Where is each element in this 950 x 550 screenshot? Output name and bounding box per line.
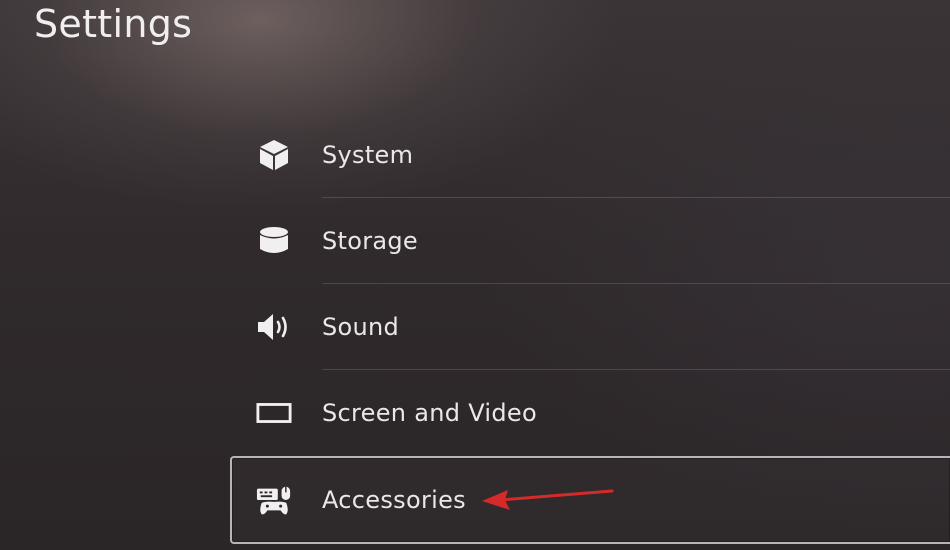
menu-item-system[interactable]: System (230, 112, 950, 198)
menu-item-storage[interactable]: Storage (230, 198, 950, 284)
menu-item-sound[interactable]: Sound (230, 284, 950, 370)
storage-icon (256, 223, 292, 259)
menu-item-label: Storage (322, 227, 419, 255)
menu-item-label: Sound (322, 313, 400, 341)
page-title: Settings (34, 2, 193, 46)
annotation-arrow-icon (482, 489, 614, 510)
menu-item-label: Accessories (322, 486, 466, 514)
accessories-icon (256, 482, 292, 518)
cube-icon (256, 137, 292, 173)
speaker-icon (256, 309, 292, 345)
menu-item-label: Screen and Video (322, 399, 537, 427)
menu-item-screen-and-video[interactable]: Screen and Video (230, 370, 950, 456)
screen-icon (256, 395, 292, 431)
menu-item-label: System (322, 141, 414, 169)
settings-screen: Settings System Storage Sound Screen and… (0, 0, 950, 550)
